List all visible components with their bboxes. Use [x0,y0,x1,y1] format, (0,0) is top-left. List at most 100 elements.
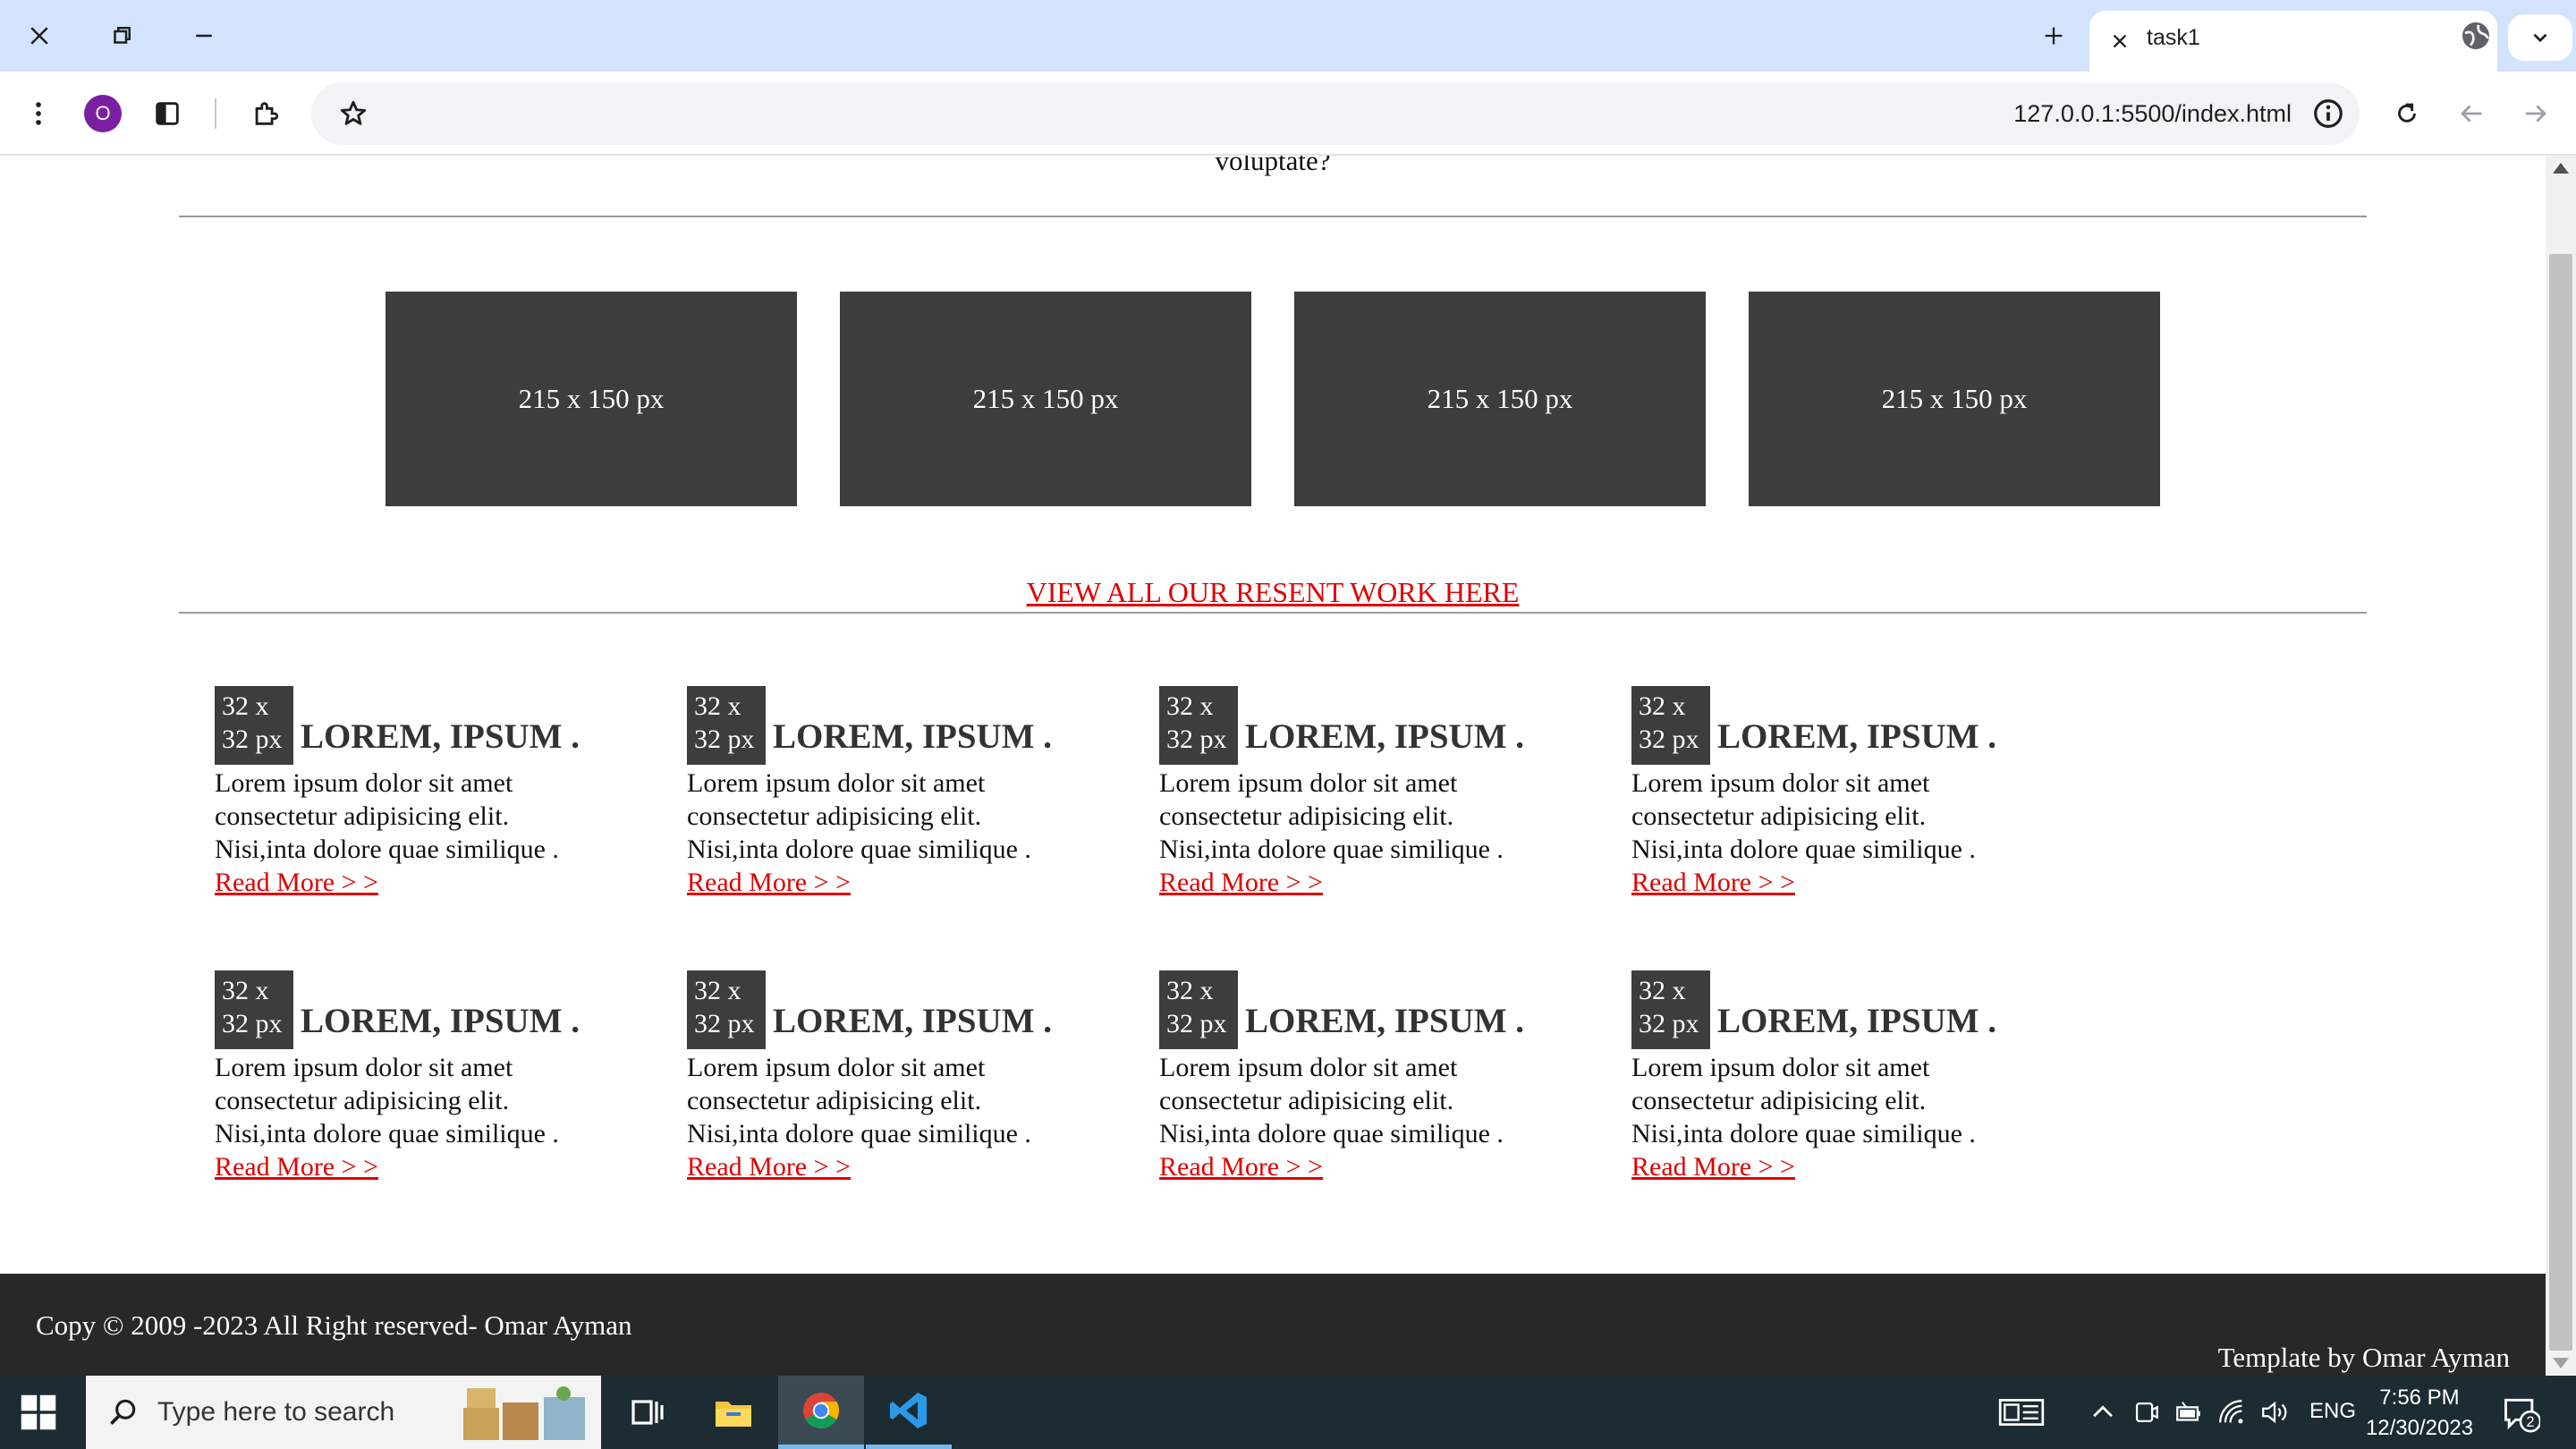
tab-search-button[interactable] [2508,14,2572,61]
extensions-button[interactable] [243,91,288,136]
work-thumbnail[interactable]: 215 x 150 px [1294,292,1706,506]
restore-window-button[interactable] [95,13,148,59]
arrow-left-icon [2461,105,2482,123]
star-icon [340,100,367,125]
back-button[interactable] [2449,91,2494,136]
taskbar-search-box[interactable]: Type here to search [86,1376,601,1449]
footer-copyright: Copy © 2009 -2023 All Right reserved- Om… [36,1309,632,1341]
side-panel-button[interactable] [145,91,190,136]
new-tab-button[interactable] [2036,18,2072,54]
feature-icon: 32 x 32 px [215,686,293,765]
work-thumbnail[interactable]: 215 x 150 px [386,292,797,506]
feature-icon: 32 x 32 px [1631,686,1710,765]
feature-text: Nisi,inta dolore quae similique . [1631,1119,1976,1148]
feature-item: 32 x 32 px LOREM, IPSUM . Lorem ipsum dolo… [687,686,1107,899]
work-thumbnail[interactable]: 215 x 150 px [840,292,1251,506]
feature-text: Lorem ipsum dolor sit amet [687,1053,986,1082]
scroll-up-arrow[interactable] [2553,163,2569,174]
feature-item: 32 x 32 px LOREM, IPSUM . Lorem ipsum dolo… [1159,686,1580,899]
footer-template-credit: Template by Omar Ayman [2217,1342,2510,1373]
work-thumbnail[interactable]: 215 x 150 px [1749,292,2160,506]
feature-icon: 32 x 32 px [1159,970,1238,1049]
feature-text: Nisi,inta dolore quae similique . [1631,835,1976,864]
feature-text: Nisi,inta dolore quae similique . [215,835,559,864]
wifi-icon[interactable] [2216,1397,2247,1428]
tab-task1[interactable]: task1 [2089,11,2497,72]
feature-text: consectetur adipisicing elit. [687,801,982,831]
divider [179,612,2367,614]
close-window-button[interactable] [13,13,66,59]
read-more-link[interactable]: Read More > > [1631,868,1795,897]
page-viewport: voluptate? 215 x 150 px 215 x 150 px 215… [0,156,2546,1376]
feature-text: Lorem ipsum dolor sit amet [215,768,513,798]
feature-text: Lorem ipsum dolor sit amet [1159,768,1458,798]
close-icon [2113,34,2127,48]
view-all-work-link[interactable]: VIEW ALL OUR RESENT WORK HERE [1027,576,1520,608]
meet-now-icon[interactable] [2131,1397,2161,1428]
read-more-link[interactable]: Read More > > [215,1152,378,1182]
arrow-right-icon [2525,105,2546,123]
more-vert-icon [36,102,41,125]
notification-icon[interactable]: 2 [2501,1394,2540,1433]
feature-icon: 32 x 32 px [687,686,766,765]
feature-item: 32 x 32 px LOREM, IPSUM . Lorem ipsum dolo… [1631,686,2052,899]
read-more-link[interactable]: Read More > > [687,868,851,897]
feature-icon: 32 x 32 px [1159,686,1238,765]
browser-toolbar: O 127.0.0.1:5500/index.html [0,72,2576,156]
feature-text: Nisi,inta dolore quae similique . [687,1119,1031,1148]
read-more-link[interactable]: Read More > > [687,1152,851,1182]
clock-time: 7:56 PM [2379,1385,2460,1410]
url-text: 127.0.0.1:5500/index.html [2013,100,2292,127]
minimize-icon [196,34,212,38]
feature-title: LOREM, IPSUM . [773,1002,1052,1040]
tab-close-button[interactable] [2106,27,2134,55]
feature-icon: 32 x 32 px [215,970,293,1049]
read-more-link[interactable]: Read More > > [1631,1152,1795,1182]
feature-title: LOREM, IPSUM . [1717,1002,1996,1040]
forward-button[interactable] [2513,91,2558,136]
news-widget-icon[interactable] [1998,1397,2045,1428]
taskbar-clock[interactable]: 7:56 PM 12/30/2023 [2361,1383,2478,1444]
feature-title: LOREM, IPSUM . [1717,717,1996,756]
tab-title: task1 [2147,25,2200,50]
feature-text: Lorem ipsum dolor sit amet [687,768,986,798]
feature-text: consectetur adipisicing elit. [1159,801,1454,831]
restore-icon [114,27,131,44]
chrome-taskbar-button[interactable] [778,1376,864,1449]
chevron-up-icon[interactable] [2088,1397,2118,1428]
language-indicator[interactable]: ENG [2309,1399,2356,1424]
page-scrollbar[interactable] [2546,156,2576,1376]
feature-text: Nisi,inta dolore quae similique . [687,835,1031,864]
globe-icon[interactable] [2460,20,2492,52]
feature-text: consectetur adipisicing elit. [215,801,510,831]
plus-icon [2045,27,2063,45]
menu-button[interactable] [16,91,61,136]
feature-text: consectetur adipisicing elit. [687,1086,982,1115]
windows-taskbar: Type here to search ENG 7:56 PM 12/30/20… [0,1376,2576,1449]
address-bar[interactable]: 127.0.0.1:5500/index.html [311,82,2360,145]
vscode-taskbar-button[interactable] [866,1376,952,1449]
windows-start-icon[interactable] [20,1394,57,1431]
bookmark-button[interactable] [331,91,376,136]
browser-tab-bar: task1 [0,0,2576,72]
feature-text: consectetur adipisicing elit. [215,1086,510,1115]
profile-avatar[interactable]: O [84,95,122,132]
scroll-down-arrow[interactable] [2553,1358,2569,1368]
file-explorer-button[interactable] [691,1376,776,1449]
info-icon[interactable] [2311,97,2345,131]
minimize-window-button[interactable] [177,13,231,59]
read-more-link[interactable]: Read More > > [1159,868,1323,897]
battery-icon[interactable] [2174,1397,2204,1428]
read-more-link[interactable]: Read More > > [215,868,378,897]
search-icon [109,1399,136,1426]
feature-item: 32 x 32 px LOREM, IPSUM . Lorem ipsum dolo… [215,686,635,899]
puzzle-icon [255,102,279,125]
volume-icon[interactable] [2259,1397,2290,1428]
reload-button[interactable] [2385,91,2429,136]
scroll-thumb[interactable] [2549,254,2572,1351]
task-view-button[interactable] [603,1376,689,1449]
feature-title: LOREM, IPSUM . [773,717,1052,756]
partial-paragraph: voluptate? [1215,156,1331,176]
read-more-link[interactable]: Read More > > [1159,1152,1323,1182]
chrome-icon [803,1392,840,1428]
